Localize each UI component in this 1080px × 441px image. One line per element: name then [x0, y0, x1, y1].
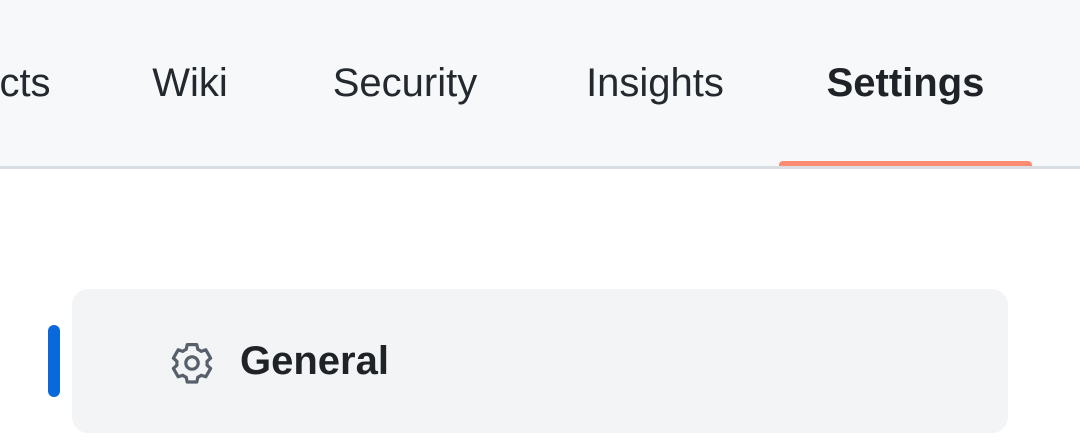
tab-projects[interactable]: cts	[0, 0, 60, 166]
menu-item-label: General	[240, 338, 389, 383]
settings-menu-item-general[interactable]: General	[72, 289, 1008, 433]
settings-content: General	[0, 169, 1080, 441]
gear-icon	[168, 339, 216, 387]
selected-item-indicator	[48, 325, 60, 397]
tab-wiki[interactable]: Wiki	[130, 0, 250, 166]
active-tab-underline	[779, 161, 1032, 166]
tab-insights[interactable]: Insights	[570, 0, 740, 166]
tab-settings[interactable]: Settings	[779, 0, 1032, 166]
repository-nav: cts Wiki Security Insights Settings	[0, 0, 1080, 169]
tab-security[interactable]: Security	[315, 0, 495, 166]
